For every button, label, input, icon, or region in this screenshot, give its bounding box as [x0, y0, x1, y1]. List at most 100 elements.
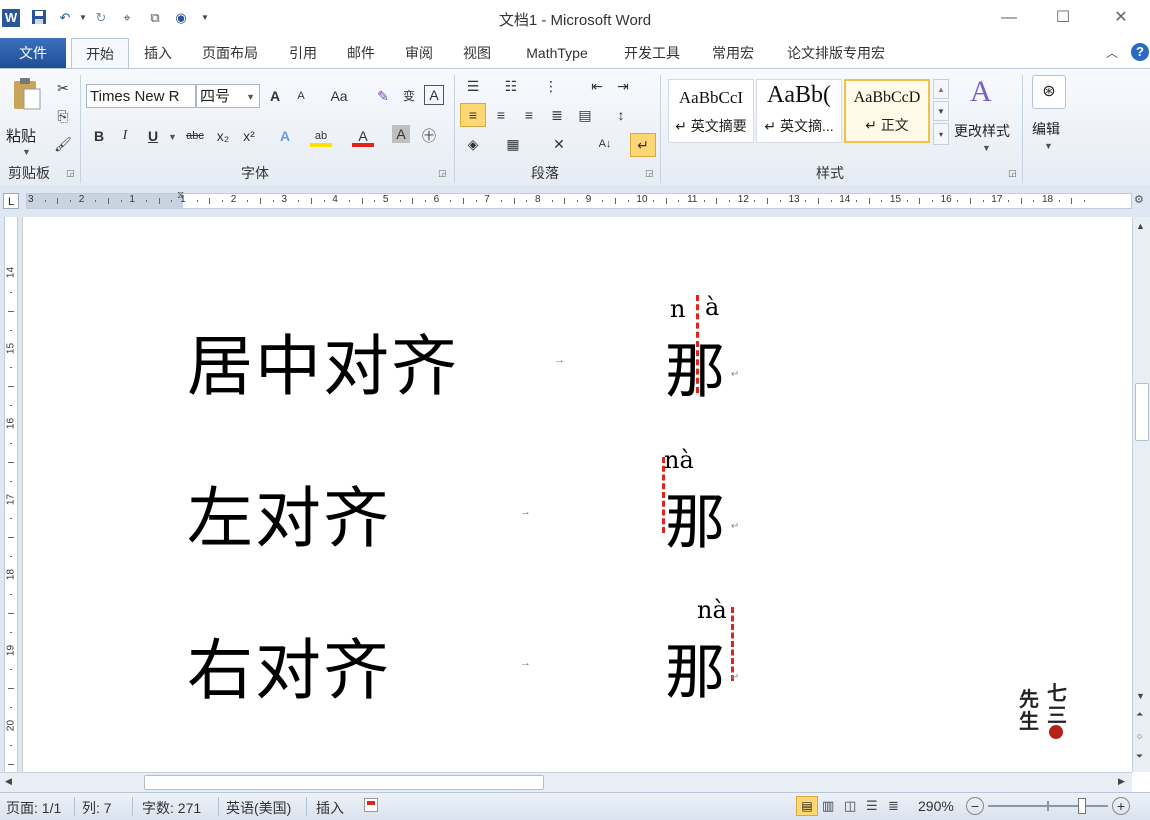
- language-indicator[interactable]: 英语(美国): [226, 798, 291, 818]
- decrease-indent-icon[interactable]: ⇤: [586, 75, 608, 97]
- vertical-scroll-thumb[interactable]: [1135, 383, 1149, 441]
- previous-page-icon[interactable]: ⏶: [1136, 709, 1143, 720]
- paste-button[interactable]: 粘贴 ▼: [4, 75, 48, 157]
- multilevel-list-icon[interactable]: ⋮: [540, 75, 562, 97]
- align-right-icon[interactable]: ≡: [518, 104, 540, 126]
- horizontal-scroll-thumb[interactable]: [144, 775, 544, 790]
- cut-icon[interactable]: ✂: [52, 77, 74, 99]
- increase-indent-icon[interactable]: ⇥: [612, 75, 634, 97]
- enclose-characters-icon[interactable]: ㊉: [418, 125, 440, 147]
- bullets-icon[interactable]: ☰: [462, 75, 484, 97]
- tab-mathtype[interactable]: MathType: [512, 38, 602, 68]
- sort-icon[interactable]: A↓: [594, 133, 616, 155]
- tab-thesis-macros[interactable]: 论文排版专用宏: [774, 38, 898, 68]
- horizontal-ruler[interactable]: L ⧖ ⚙ 3 2 1 1 2 3 4 5 6 7 8 9 10 11 12 13 14 15 16 17 18: [0, 185, 1150, 218]
- subscript-icon[interactable]: x₂: [212, 125, 234, 147]
- tab-selector[interactable]: L: [3, 193, 19, 209]
- scroll-right-icon[interactable]: ▶: [1118, 776, 1125, 787]
- scroll-up-icon[interactable]: ▲: [1136, 221, 1145, 231]
- justify-icon[interactable]: ≣: [546, 104, 568, 126]
- document-page[interactable]: 居中对齐 → n à 那 ↵ 左对齐 → nà 那 ↵ 右对齐 → nà 那 ↵…: [22, 217, 1133, 772]
- style-normal[interactable]: AaBbCcD ↵ 正文: [844, 79, 930, 143]
- insert-mode[interactable]: 插入: [316, 798, 344, 818]
- zoom-in-icon[interactable]: +: [1112, 797, 1130, 815]
- full-screen-reading-icon[interactable]: ▥: [822, 798, 834, 814]
- underline-dropdown-icon[interactable]: ▼: [168, 132, 177, 142]
- tab-common-macros[interactable]: 常用宏: [702, 38, 764, 68]
- clear-format-icon[interactable]: ✎: [372, 85, 394, 107]
- style-english-abstract[interactable]: AaBbCcI ↵ 英文摘要: [668, 79, 754, 143]
- zoom-slider-thumb[interactable]: [1077, 798, 1086, 814]
- font-name-combo[interactable]: Times New R: [86, 84, 196, 108]
- numbering-icon[interactable]: ☷: [500, 75, 522, 97]
- minimize-button[interactable]: —: [986, 4, 1032, 32]
- tab-file[interactable]: 文件: [0, 38, 66, 68]
- tab-developer[interactable]: 开发工具: [612, 38, 692, 68]
- tab-mailings[interactable]: 邮件: [336, 38, 386, 68]
- highlight-icon[interactable]: ab: [310, 125, 332, 147]
- vertical-scrollbar[interactable]: ▲ ▼ ⏶ ○ ⏷: [1132, 217, 1150, 772]
- align-center-icon[interactable]: ≡: [490, 104, 512, 126]
- tab-home[interactable]: 开始: [71, 38, 129, 70]
- vertical-ruler[interactable]: 14 15 16 17 18 19 20: [0, 217, 22, 772]
- select-browse-object-icon[interactable]: ○: [1137, 731, 1142, 741]
- character-border-icon[interactable]: A: [424, 85, 444, 105]
- maximize-button[interactable]: ☐: [1040, 4, 1086, 32]
- paragraph-launcher-icon[interactable]: ◲: [645, 168, 654, 179]
- tab-view[interactable]: 视图: [452, 38, 502, 68]
- line-spacing-icon[interactable]: ↕: [610, 104, 632, 126]
- styles-scroll-down-icon[interactable]: ▼: [933, 101, 949, 121]
- close-button[interactable]: ✕: [1098, 4, 1144, 32]
- scroll-down-icon[interactable]: ▼: [1136, 691, 1145, 701]
- zoom-out-icon[interactable]: −: [966, 797, 984, 815]
- style-english-abstract-2[interactable]: AaBb( ↵ 英文摘...: [756, 79, 842, 143]
- change-case-icon[interactable]: Aa: [326, 85, 352, 107]
- macro-record-icon[interactable]: [364, 798, 378, 812]
- scroll-left-icon[interactable]: ◀: [5, 776, 12, 787]
- zoom-level[interactable]: 290%: [918, 798, 954, 814]
- bold-icon[interactable]: B: [88, 125, 110, 147]
- outline-view-icon[interactable]: ☰: [866, 798, 878, 814]
- word-count[interactable]: 字数: 271: [142, 798, 201, 818]
- zoom-slider[interactable]: [988, 798, 1108, 814]
- character-shading-icon[interactable]: A: [392, 125, 410, 143]
- show-marks-icon[interactable]: ↵: [630, 133, 656, 157]
- next-page-icon[interactable]: ⏷: [1136, 751, 1143, 762]
- styles-launcher-icon[interactable]: ◲: [1008, 168, 1017, 179]
- tab-review[interactable]: 审阅: [394, 38, 444, 68]
- help-icon[interactable]: ?: [1131, 43, 1149, 61]
- font-color-icon[interactable]: A: [352, 125, 374, 147]
- view-ruler-icon[interactable]: ⚙: [1134, 193, 1144, 206]
- grow-font-icon[interactable]: A: [264, 85, 286, 107]
- borders-icon[interactable]: ▦: [502, 133, 524, 155]
- superscript-icon[interactable]: x²: [238, 125, 260, 147]
- print-layout-icon[interactable]: ▤: [796, 796, 818, 816]
- tab-insert[interactable]: 插入: [132, 38, 184, 68]
- text-effects-icon[interactable]: A: [274, 125, 296, 147]
- draft-view-icon[interactable]: ≣: [888, 798, 899, 814]
- font-size-combo[interactable]: 四号 ▼: [196, 84, 260, 108]
- italic-icon[interactable]: I: [114, 125, 136, 147]
- styles-more-icon[interactable]: ▾: [933, 123, 949, 145]
- column-indicator[interactable]: 列: 7: [82, 798, 112, 818]
- styles-scroll-up-icon[interactable]: ▲: [933, 79, 949, 99]
- shading-icon[interactable]: ◈: [462, 133, 484, 155]
- phonetic-guide-icon[interactable]: 变: [398, 85, 420, 107]
- align-left-icon[interactable]: ≡: [460, 103, 486, 127]
- web-layout-icon[interactable]: ◫: [844, 798, 856, 814]
- format-painter-icon[interactable]: 🖌: [52, 133, 74, 155]
- copy-icon[interactable]: ⎘: [52, 105, 74, 127]
- distributed-icon[interactable]: ▤: [574, 104, 596, 126]
- shrink-font-icon[interactable]: A: [290, 85, 312, 107]
- font-launcher-icon[interactable]: ◲: [438, 168, 447, 179]
- chinese-layout-icon[interactable]: ✕: [548, 133, 570, 155]
- horizontal-scrollbar[interactable]: ◀ ▶: [0, 772, 1132, 793]
- underline-icon[interactable]: U: [142, 125, 164, 147]
- strikethrough-icon[interactable]: abc: [182, 125, 208, 147]
- clipboard-launcher-icon[interactable]: ◲: [66, 168, 75, 179]
- tab-page-layout[interactable]: 页面布局: [192, 38, 268, 68]
- change-styles-button[interactable]: A 更改样式 ▼: [952, 75, 1018, 159]
- collapse-ribbon-icon[interactable]: ︿: [1106, 44, 1118, 61]
- page-indicator[interactable]: 页面: 1/1: [6, 798, 61, 818]
- editing-button[interactable]: ⊛ 编辑 ▼: [1028, 75, 1070, 159]
